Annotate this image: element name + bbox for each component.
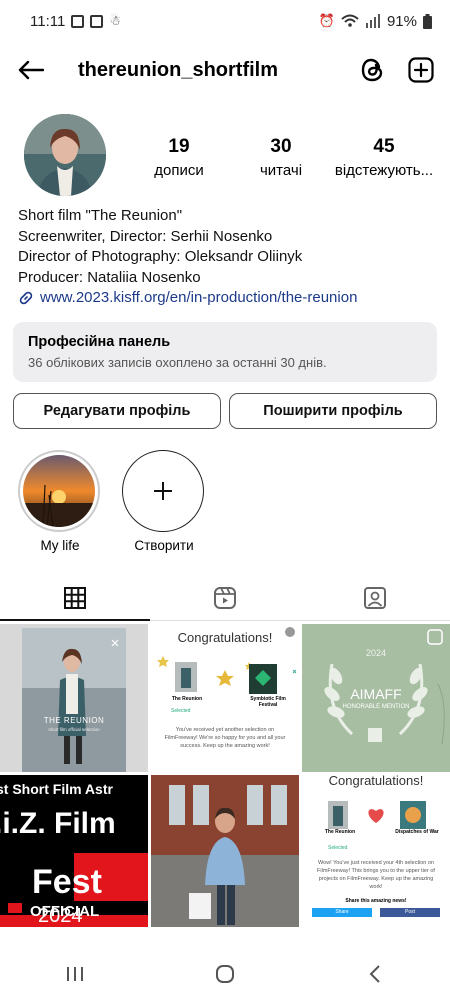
profile-username: thereunion_shortfilm xyxy=(78,58,279,81)
home-icon xyxy=(216,965,234,983)
highlight-sunset-image xyxy=(23,455,95,527)
tab-posts-grid[interactable] xyxy=(0,575,150,621)
create-post-icon[interactable] xyxy=(404,53,438,87)
following-count-value: 45 xyxy=(373,136,395,157)
posts-grid: THE REUNION short film official selectio… xyxy=(0,624,450,927)
story-highlights: My life Створити xyxy=(18,450,206,553)
post-thumbnail[interactable]: st Short Film Astr .i.Z. Film Fest 2024 … xyxy=(0,775,148,927)
post-share-button: Share xyxy=(312,908,372,917)
home-button[interactable] xyxy=(205,954,245,994)
signal-icon xyxy=(365,14,380,28)
highlight-new[interactable]: Створити xyxy=(122,450,206,553)
pro-panel-subtitle: 36 облікових записів охоплено за останні… xyxy=(28,355,327,370)
profile-actions: Редагувати профіль Поширити профіль xyxy=(13,393,437,429)
followers-count[interactable]: 30 читачі xyxy=(252,136,310,179)
post-post-button: Post xyxy=(380,908,440,917)
post-right-title: Symbiotic Film Festival xyxy=(250,696,286,708)
status-time: 11:11 xyxy=(30,12,66,30)
close-icon xyxy=(285,627,295,637)
back-arrow-icon[interactable] xyxy=(16,55,46,85)
profile-summary: 19 дописи 30 читачі 45 відстежують... xyxy=(0,114,450,200)
share-profile-button[interactable]: Поширити профіль xyxy=(229,393,437,429)
post-text-line: Fest xyxy=(32,863,102,901)
highlight-label: Створити xyxy=(134,538,194,553)
followers-count-label: читачі xyxy=(259,162,303,179)
battery-text: 91% xyxy=(386,12,417,30)
professional-dashboard[interactable]: Професійна панель 36 облікових записів о… xyxy=(13,322,437,382)
post-award-sub: HONORABLE MENTION xyxy=(342,704,410,710)
posts-count-label: дописи xyxy=(154,162,204,179)
wifi-icon xyxy=(341,14,359,27)
post-thumbnail[interactable]: Congratulations! The Reunion Symbiotic F… xyxy=(151,624,299,772)
profile-bio: Short film "The Reunion" Screenwriter, D… xyxy=(18,206,438,309)
avatar[interactable] xyxy=(24,114,106,196)
profile-tabs xyxy=(0,575,450,621)
post-thumbnail[interactable]: THE REUNION short film official selectio… xyxy=(0,624,148,772)
post-thumbnail[interactable]: Congratulations! The Reunion Dispatches … xyxy=(302,775,450,927)
bio-line: Screenwriter, Director: Serhii Nosenko xyxy=(18,227,273,245)
posts-count[interactable]: 19 дописи xyxy=(150,136,208,179)
profile-header: thereunion_shortfilm xyxy=(0,48,450,92)
bio-line: Director of Photography: Oleksandr Oliin… xyxy=(18,248,303,265)
post-award-name: AIMAFF xyxy=(350,686,402,702)
post-heading: Congratulations! xyxy=(177,630,273,645)
status-bar: 11:11 ☃ ⏰ 91% xyxy=(0,0,450,42)
followers-count-value: 30 xyxy=(270,136,292,157)
highlight-label: My life xyxy=(40,538,80,553)
bio-line: Short film "The Reunion" xyxy=(18,207,183,224)
post-heading: Congratulations! xyxy=(328,775,424,788)
posts-count-value: 19 xyxy=(168,136,190,157)
tagged-user-icon xyxy=(364,586,386,609)
back-chevron-icon xyxy=(369,965,380,983)
bio-line: Producer: Nataliia Nosenko xyxy=(18,268,201,286)
link-icon xyxy=(19,292,33,305)
grid-icon xyxy=(64,586,86,609)
post-text-line: st Short Film Astr xyxy=(0,781,113,797)
bio-link-text: www.2023.kisff.org/en/in-production/the-… xyxy=(40,289,358,306)
post-subtitle: short film official selection xyxy=(48,727,100,732)
battery-icon xyxy=(423,13,432,29)
tab-tagged[interactable] xyxy=(300,575,450,620)
edit-profile-button[interactable]: Редагувати профіль xyxy=(13,393,221,429)
post-text-line: .i.Z. Film xyxy=(0,807,116,840)
post-right-title: Dispatches of War xyxy=(395,829,439,835)
tab-reels[interactable] xyxy=(150,575,300,620)
accessibility-icon: ☃ xyxy=(109,13,121,28)
post-left-title: The Reunion xyxy=(324,829,356,835)
highlight-my-life[interactable]: My life xyxy=(18,450,102,553)
post-title: THE REUNION xyxy=(43,716,105,725)
bio-link[interactable]: www.2023.kisff.org/en/in-production/the-… xyxy=(18,288,438,309)
post-status: Selected xyxy=(171,708,191,714)
reels-icon xyxy=(214,586,236,609)
threads-icon[interactable] xyxy=(356,53,390,87)
gallery-icon xyxy=(71,14,85,28)
alarm-icon: ⏰ xyxy=(318,13,335,28)
following-count-label: відстежують... xyxy=(334,162,434,179)
post-year: 2024 xyxy=(365,648,387,658)
post-share-text: Share this amazing news! xyxy=(345,898,407,904)
post-thumbnail[interactable]: 2024 AIMAFF HONORABLE MENTION xyxy=(302,624,450,772)
plus-icon xyxy=(154,482,172,500)
recent-apps-button[interactable] xyxy=(55,954,95,994)
following-count[interactable]: 45 відстежують... xyxy=(334,136,434,179)
post-left-title: The Reunion xyxy=(171,696,203,702)
system-nav-bar xyxy=(0,948,450,1000)
post-text-line: OFFICIAL xyxy=(30,903,100,920)
post-body: You've received yet another selection on… xyxy=(164,727,286,749)
recent-apps-icon xyxy=(67,967,83,981)
back-button[interactable] xyxy=(355,954,395,994)
post-thumbnail[interactable] xyxy=(151,775,299,927)
post-status: Selected xyxy=(328,845,348,851)
calendar-icon xyxy=(90,14,104,28)
pro-panel-title: Професійна панель xyxy=(28,334,171,350)
post-body: Wow! You've just received your 4th selec… xyxy=(317,860,435,890)
